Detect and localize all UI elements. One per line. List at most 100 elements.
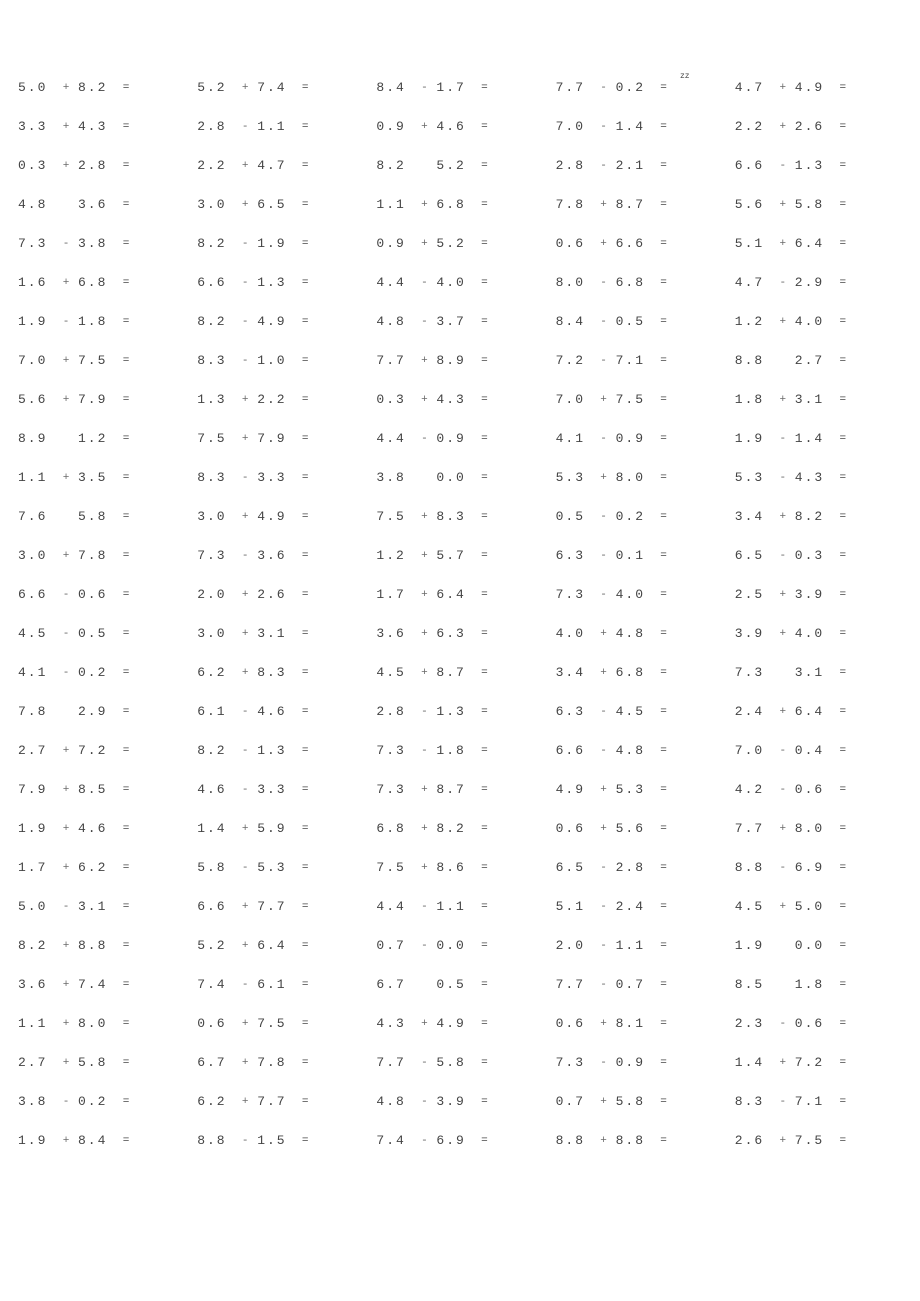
operand-a: 5.6 bbox=[735, 197, 773, 212]
operator: + bbox=[56, 1135, 78, 1147]
operand-a: 7.8 bbox=[18, 704, 56, 719]
operand-a: 7.3 bbox=[376, 743, 414, 758]
equals-sign: = bbox=[474, 550, 496, 562]
math-problem: 1.9+8.4= bbox=[18, 1133, 185, 1148]
operand-b: 3.3 bbox=[257, 470, 295, 485]
equals-sign: = bbox=[116, 238, 138, 250]
operand-a: 8.0 bbox=[556, 275, 594, 290]
operand-b: 3.1 bbox=[795, 665, 833, 680]
operand-b: 5.3 bbox=[616, 782, 654, 797]
math-problem: 8.2-4.9= bbox=[197, 314, 364, 329]
operand-b: 5.6 bbox=[616, 821, 654, 836]
operand-a: 4.7 bbox=[735, 275, 773, 290]
operator: - bbox=[235, 706, 257, 718]
operator: + bbox=[235, 394, 257, 406]
math-problem: 7.33.1= bbox=[735, 665, 902, 680]
operator: - bbox=[594, 433, 616, 445]
operand-b: 6.9 bbox=[436, 1133, 474, 1148]
operand-b: 8.7 bbox=[616, 197, 654, 212]
equals-sign: = bbox=[116, 1057, 138, 1069]
operand-a: 0.3 bbox=[376, 392, 414, 407]
operand-a: 8.2 bbox=[197, 314, 235, 329]
operand-a: 1.1 bbox=[18, 470, 56, 485]
operator: + bbox=[594, 1135, 616, 1147]
operator: + bbox=[773, 823, 795, 835]
equals-sign: = bbox=[474, 277, 496, 289]
operand-a: 0.9 bbox=[376, 119, 414, 134]
operand-b: 0.6 bbox=[795, 782, 833, 797]
operand-a: 7.5 bbox=[376, 860, 414, 875]
operand-a: 5.3 bbox=[735, 470, 773, 485]
math-problem: 2.8-1.3= bbox=[376, 704, 543, 719]
operator: + bbox=[773, 199, 795, 211]
operand-b: 5.8 bbox=[795, 197, 833, 212]
operand-b: 2.6 bbox=[257, 587, 295, 602]
math-problem: 2.0+2.6= bbox=[197, 587, 364, 602]
operand-a: 6.7 bbox=[197, 1055, 235, 1070]
equals-sign: = bbox=[474, 238, 496, 250]
operator: + bbox=[594, 667, 616, 679]
math-problem: 1.1+8.0= bbox=[18, 1016, 185, 1031]
operand-b: 4.3 bbox=[795, 470, 833, 485]
operand-b: 1.9 bbox=[257, 236, 295, 251]
operand-b: 2.1 bbox=[616, 158, 654, 173]
math-problem: 0.9+5.2= bbox=[376, 236, 543, 251]
math-problem: 4.4-4.0= bbox=[376, 275, 543, 290]
operand-b: 7.8 bbox=[257, 1055, 295, 1070]
math-problem: 4.7+4.9= bbox=[735, 80, 902, 95]
operand-b: 5.7 bbox=[436, 548, 474, 563]
operand-b: 0.6 bbox=[78, 587, 116, 602]
operand-a: 6.3 bbox=[556, 704, 594, 719]
operator: - bbox=[56, 316, 78, 328]
math-problem: 3.0+7.8= bbox=[18, 548, 185, 563]
math-problem: 2.7+7.2= bbox=[18, 743, 185, 758]
operand-b: 8.2 bbox=[78, 80, 116, 95]
equals-sign: = bbox=[116, 82, 138, 94]
operand-b: 1.3 bbox=[436, 704, 474, 719]
operand-b: 6.3 bbox=[436, 626, 474, 641]
math-problem: 4.2-0.6= bbox=[735, 782, 902, 797]
equals-sign: = bbox=[833, 667, 855, 679]
math-problem: 7.0-0.4= bbox=[735, 743, 902, 758]
equals-sign: = bbox=[116, 706, 138, 718]
operand-a: 6.6 bbox=[197, 899, 235, 914]
equals-sign: = bbox=[833, 979, 855, 991]
operand-b: 8.3 bbox=[257, 665, 295, 680]
operand-b: 6.4 bbox=[795, 704, 833, 719]
math-problem: 3.80.0= bbox=[376, 470, 543, 485]
operand-b: 1.1 bbox=[436, 899, 474, 914]
math-problem: 5.1-2.4= bbox=[556, 899, 723, 914]
equals-sign: = bbox=[295, 238, 317, 250]
equals-sign: = bbox=[833, 589, 855, 601]
operator: - bbox=[235, 277, 257, 289]
equals-sign: = bbox=[295, 550, 317, 562]
math-problem: 2.5+3.9= bbox=[735, 587, 902, 602]
operand-a: 4.1 bbox=[556, 431, 594, 446]
equals-sign: = bbox=[833, 745, 855, 757]
operand-a: 2.2 bbox=[735, 119, 773, 134]
equals-sign: = bbox=[833, 511, 855, 523]
operand-a: 8.3 bbox=[197, 470, 235, 485]
equals-sign: = bbox=[474, 316, 496, 328]
math-problem: 5.0-3.1= bbox=[18, 899, 185, 914]
math-problem: 3.4+6.8= bbox=[556, 665, 723, 680]
equals-sign: = bbox=[116, 160, 138, 172]
operand-a: 2.0 bbox=[197, 587, 235, 602]
equals-sign: = bbox=[654, 901, 676, 913]
operator: + bbox=[414, 550, 436, 562]
math-problem: 1.9-1.8= bbox=[18, 314, 185, 329]
equals-sign: = bbox=[654, 979, 676, 991]
equals-sign: = bbox=[295, 160, 317, 172]
operator: + bbox=[235, 1018, 257, 1030]
operator: + bbox=[56, 862, 78, 874]
operand-a: 2.4 bbox=[735, 704, 773, 719]
equals-sign: = bbox=[116, 979, 138, 991]
operand-b: 3.1 bbox=[795, 392, 833, 407]
operand-b: 5.9 bbox=[257, 821, 295, 836]
operator: - bbox=[414, 1135, 436, 1147]
operand-b: 0.5 bbox=[78, 626, 116, 641]
math-problem: 7.8+8.7= bbox=[556, 197, 723, 212]
math-problem: 0.3+2.8= bbox=[18, 158, 185, 173]
equals-sign: = bbox=[833, 1018, 855, 1030]
operand-b: 7.9 bbox=[78, 392, 116, 407]
